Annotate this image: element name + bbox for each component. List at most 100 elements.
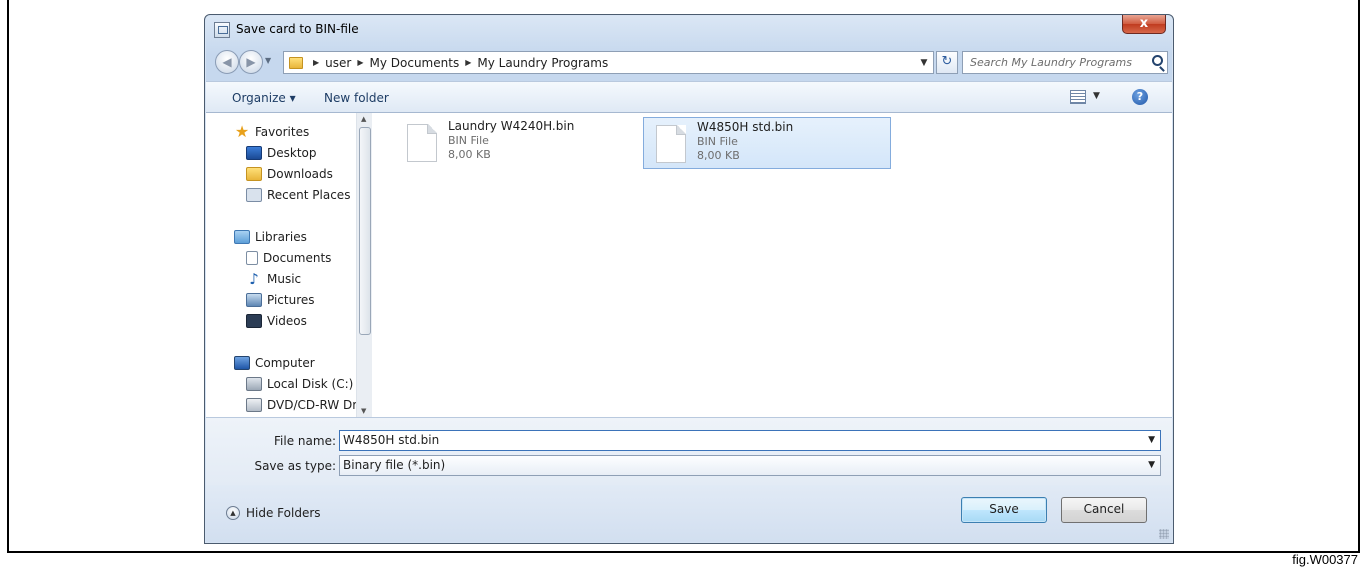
file-item-laundry-w4240h[interactable]: Laundry W4240H.bin BIN File 8,00 KB — [395, 117, 643, 169]
forward-arrow-icon: ▶ — [246, 55, 256, 69]
sidebar-item-desktop[interactable]: Desktop — [246, 143, 317, 163]
file-name: W4850H std.bin — [697, 120, 794, 134]
organize-button[interactable]: Organize ▾ — [232, 91, 296, 105]
close-button[interactable]: x — [1122, 15, 1166, 34]
sidebar-item-pictures[interactable]: Pictures — [246, 290, 315, 310]
sidebar-item-label: Computer — [255, 356, 315, 370]
pictures-icon — [246, 293, 262, 307]
help-icon[interactable]: ? — [1132, 89, 1148, 105]
sidebar-scrollbar[interactable]: ▲ ▼ — [356, 113, 372, 417]
title-bar[interactable]: Save card to BIN-file x — [205, 15, 1173, 45]
save-as-type-value: Binary file (*.bin) — [343, 458, 446, 472]
downloads-icon — [246, 167, 262, 181]
recent-places-icon — [246, 188, 262, 202]
sidebar-item-label: Libraries — [255, 230, 307, 244]
refresh-button[interactable]: ↻ — [936, 51, 958, 74]
close-icon: x — [1139, 16, 1149, 31]
music-icon: ♪ — [249, 270, 259, 288]
dialog-footer: ▲ Hide Folders Save Cancel — [206, 485, 1172, 542]
new-folder-button[interactable]: New folder — [324, 91, 389, 105]
local-disk-icon — [246, 377, 262, 391]
file-size: 8,00 KB — [697, 149, 740, 162]
save-button[interactable]: Save — [961, 497, 1047, 523]
sidebar-item-label: Local Disk (C:) — [267, 377, 354, 391]
hide-folders-button[interactable]: ▲ Hide Folders — [226, 506, 321, 520]
file-item-w4850h-std[interactable]: W4850H std.bin BIN File 8,00 KB — [643, 117, 891, 169]
sidebar-item-label: Favorites — [255, 125, 310, 139]
breadcrumb-my-documents[interactable]: My Documents — [370, 56, 460, 70]
bin-file-icon — [656, 125, 686, 163]
file-name-value: W4850H std.bin — [343, 433, 440, 447]
save-as-type-select[interactable]: Binary file (*.bin) ▼ — [339, 455, 1161, 476]
sidebar-item-dvd-drive[interactable]: DVD/CD-RW Driv — [246, 395, 368, 415]
back-arrow-icon: ◀ — [222, 55, 232, 69]
desktop-icon — [246, 146, 262, 160]
sidebar-item-label: Music — [267, 272, 302, 286]
cancel-button[interactable]: Cancel — [1061, 497, 1147, 523]
file-name-field[interactable]: W4850H std.bin ▼ — [339, 430, 1161, 451]
address-dropdown-icon[interactable]: ▼ — [915, 58, 933, 68]
recent-locations-dropdown[interactable]: ▼ — [265, 56, 271, 65]
save-as-type-label: Save as type: — [254, 459, 336, 473]
scrollbar-thumb[interactable] — [359, 127, 371, 335]
breadcrumb-separator-icon[interactable]: ▶ — [313, 58, 319, 67]
sidebar-item-computer[interactable]: Computer — [234, 353, 315, 373]
sidebar-item-favorites[interactable]: ★ Favorites — [234, 122, 309, 142]
sidebar-item-label: Pictures — [267, 293, 315, 307]
sidebar-item-label: DVD/CD-RW Driv — [267, 398, 368, 412]
back-button[interactable]: ◀ — [215, 50, 239, 74]
command-toolbar: Organize ▾ New folder ▼ ? — [206, 81, 1172, 113]
computer-icon — [234, 356, 250, 370]
view-options-dropdown-icon[interactable]: ▼ — [1093, 91, 1100, 101]
save-as-type-dropdown-icon[interactable]: ▼ — [1148, 456, 1155, 475]
scroll-down-icon[interactable]: ▼ — [361, 407, 366, 415]
folder-icon — [289, 56, 303, 69]
search-icon[interactable] — [1152, 55, 1163, 66]
dialog-title: Save card to BIN-file — [236, 22, 359, 36]
content-panes: ★ Favorites Desktop Downloads Recent Pla… — [206, 113, 1172, 417]
sidebar-item-recent-places[interactable]: Recent Places — [246, 185, 350, 205]
bin-file-icon — [407, 124, 437, 162]
save-dialog-icon — [214, 22, 230, 38]
breadcrumb-separator-icon[interactable]: ▶ — [357, 58, 363, 67]
sidebar-item-label: Documents — [263, 251, 332, 265]
libraries-icon — [234, 230, 250, 244]
file-type: BIN File — [697, 135, 738, 148]
save-fields: File name: W4850H std.bin ▼ Save as type… — [206, 417, 1172, 485]
breadcrumb-user[interactable]: user — [325, 56, 351, 70]
search-box[interactable] — [962, 51, 1168, 74]
navigation-bar: ◀ ▶ ▼ ▶ user ▶ My Documents ▶ My Laundry… — [205, 48, 1173, 76]
sidebar-item-label: Recent Places — [267, 188, 351, 202]
sidebar-item-documents[interactable]: Documents — [246, 248, 331, 268]
star-icon: ★ — [234, 122, 250, 141]
breadcrumb-separator-icon[interactable]: ▶ — [465, 58, 471, 67]
sidebar-item-videos[interactable]: Videos — [246, 311, 307, 331]
file-details: Laundry W4240H.bin BIN File 8,00 KB — [448, 119, 574, 161]
file-size: 8,00 KB — [448, 148, 491, 161]
videos-icon — [246, 314, 262, 328]
search-input[interactable] — [963, 52, 1143, 73]
sidebar-item-music[interactable]: ♪ Music — [246, 269, 301, 289]
documents-icon — [246, 251, 258, 265]
file-name: Laundry W4240H.bin — [448, 119, 575, 133]
forward-button[interactable]: ▶ — [239, 50, 263, 74]
refresh-icon: ↻ — [941, 54, 953, 69]
file-name-label: File name: — [274, 434, 336, 448]
collapse-icon: ▲ — [226, 506, 240, 520]
file-details: W4850H std.bin BIN File 8,00 KB — [697, 120, 793, 162]
file-type: BIN File — [448, 134, 489, 147]
breadcrumb-my-laundry-programs[interactable]: My Laundry Programs — [477, 56, 608, 70]
change-view-icon[interactable] — [1070, 90, 1086, 104]
resize-grip-icon[interactable] — [1159, 529, 1169, 539]
dvd-drive-icon — [246, 398, 262, 412]
sidebar-item-downloads[interactable]: Downloads — [246, 164, 333, 184]
file-name-dropdown-icon[interactable]: ▼ — [1148, 431, 1155, 450]
address-bar[interactable]: ▶ user ▶ My Documents ▶ My Laundry Progr… — [283, 51, 934, 74]
scroll-up-icon[interactable]: ▲ — [361, 115, 366, 123]
sidebar-item-libraries[interactable]: Libraries — [234, 227, 307, 247]
sidebar-item-label: Videos — [267, 314, 307, 328]
hide-folders-label: Hide Folders — [246, 506, 321, 520]
sidebar-item-local-disk[interactable]: Local Disk (C:) — [246, 374, 353, 394]
sidebar-item-label: Desktop — [267, 146, 317, 160]
save-dialog: Save card to BIN-file x ◀ ▶ ▼ ▶ user ▶ M… — [204, 14, 1174, 544]
